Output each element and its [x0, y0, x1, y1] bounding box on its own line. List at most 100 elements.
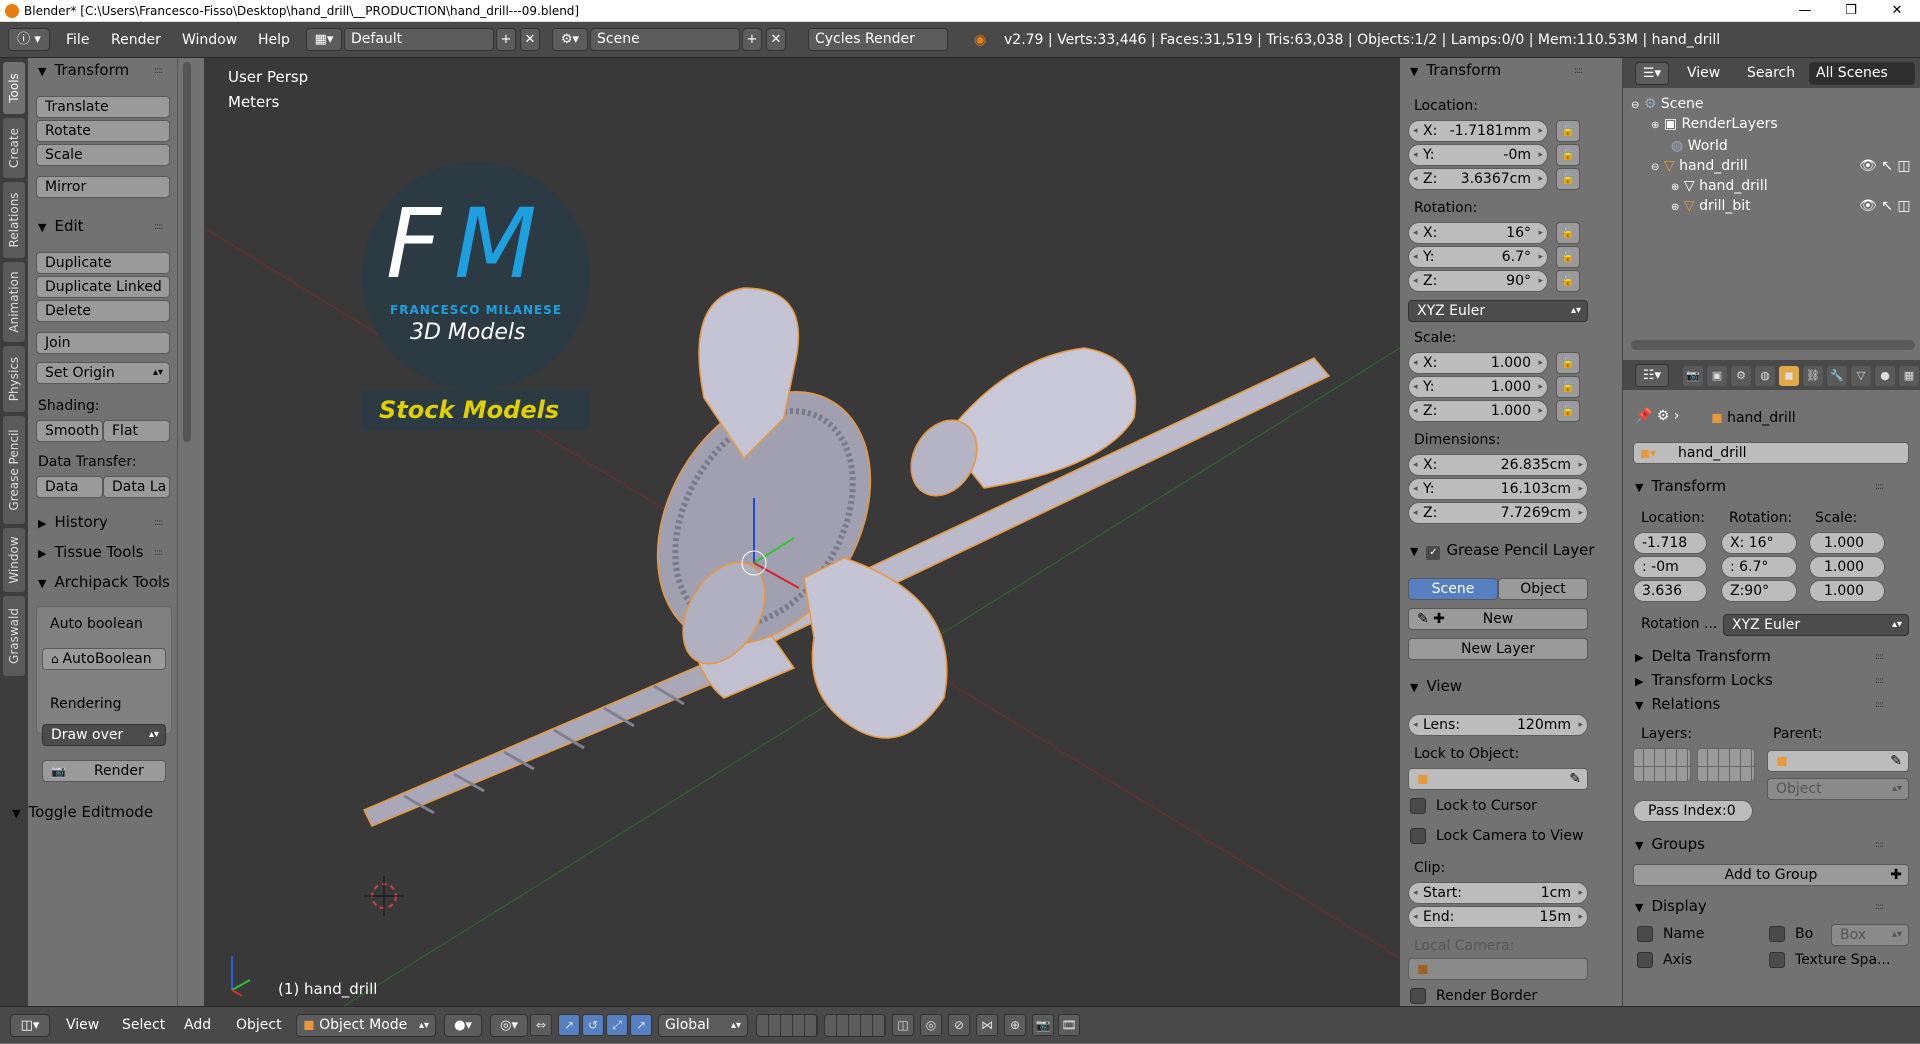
- editor-type-3d-icon[interactable]: ◫▾: [10, 1014, 50, 1037]
- scene-selector-icon[interactable]: ⚙▾: [552, 28, 588, 51]
- snap-toggle-icon[interactable]: ⊘: [948, 1014, 970, 1036]
- add-scene-icon[interactable]: +: [742, 28, 762, 51]
- snap-target-icon[interactable]: ⊕: [1004, 1014, 1026, 1036]
- add-layout-icon[interactable]: +: [496, 28, 516, 51]
- tab-physics[interactable]: Physics: [3, 346, 25, 412]
- scene-tab-icon[interactable]: ⚙: [1731, 366, 1751, 386]
- lock-scale-y-icon[interactable]: 🔓: [1556, 376, 1580, 398]
- screen-layout-dropdown[interactable]: Default: [344, 28, 494, 51]
- history-panel-header[interactable]: ▶ History: [38, 512, 108, 534]
- tab-tools[interactable]: Tools: [3, 62, 25, 114]
- rotation-y-field[interactable]: ◂ Y: 6.7° ▸: [1408, 246, 1548, 268]
- lock-location-z-icon[interactable]: 🔓: [1556, 168, 1580, 190]
- lock-scale-x-icon[interactable]: 🔓: [1556, 352, 1580, 374]
- scene-dropdown[interactable]: Scene: [590, 28, 740, 51]
- dimension-x-field[interactable]: ◂ X: 26.835cm ▸: [1408, 454, 1588, 476]
- minimize-icon[interactable]: —: [1782, 0, 1828, 22]
- panel-grip-icon[interactable]: ::::: [154, 548, 163, 558]
- panel-grip-icon[interactable]: ::::: [1574, 66, 1583, 76]
- location-x-field[interactable]: ◂ X: -1.7181mm ▸: [1408, 120, 1548, 142]
- renderlayers-tab-icon[interactable]: ▣: [1707, 366, 1727, 386]
- lock-rotation-y-icon[interactable]: 🔓: [1556, 246, 1580, 268]
- grease-scene-button[interactable]: Scene: [1408, 578, 1498, 600]
- props-scale-z[interactable]: 1.000: [1809, 580, 1885, 602]
- bounds-type-dropdown[interactable]: Box ▴▾: [1831, 924, 1909, 946]
- tab-grease-pencil[interactable]: Grease Pencil: [3, 416, 25, 524]
- local-camera-field[interactable]: ◼: [1408, 958, 1588, 980]
- texture-tab-icon[interactable]: ▦: [1899, 366, 1919, 386]
- transform-locks-header[interactable]: ▶ Transform Locks: [1635, 670, 1773, 692]
- menu-add[interactable]: Add: [184, 1007, 211, 1044]
- outliner-filter-dropdown[interactable]: All Scenes: [1809, 62, 1915, 85]
- viewport-shading-icon[interactable]: ●▾: [444, 1014, 482, 1037]
- tab-relations[interactable]: Relations: [3, 182, 25, 258]
- rotate-manipulator-icon[interactable]: ↺: [582, 1014, 604, 1036]
- outliner-item-hand-drill-mesh[interactable]: ⊕ ▽ hand_drill: [1671, 178, 1768, 194]
- tab-graswald[interactable]: Graswald: [3, 596, 25, 676]
- add-to-group-button[interactable]: Add to Group ✚: [1633, 864, 1909, 886]
- layers-grid-2[interactable]: [1697, 748, 1755, 782]
- pass-index-field[interactable]: Pass Index:0: [1633, 800, 1753, 822]
- toggle-editmode-header[interactable]: ▼ Toggle Editmode: [12, 802, 153, 824]
- menu-render[interactable]: Render: [111, 22, 161, 58]
- parent-type-dropdown[interactable]: Object ▴▾: [1767, 778, 1909, 800]
- new-layer-button[interactable]: New Layer: [1408, 638, 1588, 660]
- material-tab-icon[interactable]: ●: [1875, 366, 1895, 386]
- panel-grip-icon[interactable]: ::::: [154, 66, 163, 76]
- mirror-button[interactable]: Mirror: [36, 176, 170, 198]
- panel-grip-icon[interactable]: ::::: [1875, 700, 1884, 710]
- delete-button[interactable]: Delete: [36, 300, 170, 322]
- translate-manipulator-icon[interactable]: ↗: [558, 1014, 580, 1036]
- outliner-editor-type-icon[interactable]: ☰▾: [1635, 62, 1669, 85]
- render-engine-dropdown[interactable]: Cycles Render: [808, 28, 948, 51]
- display-bounds-checkbox[interactable]: [1769, 926, 1785, 942]
- editor-type-info-icon[interactable]: ⓘ ▾: [8, 28, 50, 51]
- outliner-item-drill-bit[interactable]: ⊕ ▽ drill_bit: [1671, 198, 1751, 214]
- scale-manipulator-icon[interactable]: ⤢: [606, 1014, 628, 1036]
- render-button[interactable]: 📷 Render: [42, 760, 166, 782]
- clip-start-field[interactable]: ◂ Start: 1cm ▸: [1408, 882, 1588, 904]
- maximize-icon[interactable]: ❐: [1828, 0, 1874, 22]
- modifiers-tab-icon[interactable]: 🔧: [1827, 366, 1847, 386]
- panel-grip-icon[interactable]: ::::: [1875, 902, 1884, 912]
- object-name-field[interactable]: ◼▾ hand_drill: [1633, 442, 1909, 464]
- props-transform-header[interactable]: ▼ Transform: [1635, 476, 1726, 498]
- render-tab-icon[interactable]: 📷: [1683, 366, 1703, 386]
- grease-new-button[interactable]: ✎ ✚ New: [1408, 608, 1588, 630]
- autoboolean-button[interactable]: ⌂ AutoBoolean: [42, 648, 166, 670]
- props-rot-x[interactable]: X: 16°: [1721, 532, 1797, 554]
- toolshelf-scrollbar[interactable]: [183, 62, 191, 442]
- menu-view[interactable]: View: [66, 1007, 99, 1044]
- set-origin-dropdown[interactable]: Set Origin ▴▾: [36, 362, 170, 384]
- props-loc-z[interactable]: 3.636: [1633, 580, 1707, 602]
- transform-panel-header[interactable]: ▼ Transform: [38, 60, 129, 82]
- outliner-item-world[interactable]: ◍ World: [1671, 138, 1728, 154]
- scale-x-field[interactable]: ◂ X: 1.000 ▸: [1408, 352, 1548, 374]
- outliner-search-menu[interactable]: Search: [1747, 55, 1795, 91]
- lock-rotation-x-icon[interactable]: 🔓: [1556, 222, 1580, 244]
- manipulator-axes-icon[interactable]: ↗: [630, 1014, 652, 1036]
- outliner-item-renderlayers[interactable]: ⊕ ▣ RenderLayers: [1651, 116, 1778, 132]
- join-button[interactable]: Join: [36, 332, 170, 354]
- scale-button[interactable]: Scale: [36, 144, 170, 166]
- eyedropper-icon[interactable]: ✎: [1569, 769, 1581, 789]
- panel-grip-icon[interactable]: ::::: [1875, 676, 1884, 686]
- scale-y-field[interactable]: ◂ Y: 1.000 ▸: [1408, 376, 1548, 398]
- rotation-x-field[interactable]: ◂ X: 16° ▸: [1408, 222, 1548, 244]
- constraints-tab-icon[interactable]: ⛓: [1803, 366, 1823, 386]
- edit-panel-header[interactable]: ▼ Edit: [38, 216, 84, 238]
- props-scale-x[interactable]: 1.000: [1809, 532, 1885, 554]
- location-y-field[interactable]: ◂ Y: -0m ▸: [1408, 144, 1548, 166]
- grease-object-button[interactable]: Object: [1498, 578, 1588, 600]
- grease-pencil-header[interactable]: ▼ ✓ Grease Pencil Layer: [1410, 540, 1595, 562]
- panel-grip-icon[interactable]: ::::: [154, 578, 163, 588]
- menu-file[interactable]: File: [66, 22, 89, 58]
- texture-space-checkbox[interactable]: [1769, 952, 1785, 968]
- rotation-mode-dropdown[interactable]: XYZ Euler ▴▾: [1408, 300, 1588, 322]
- lock-object-field[interactable]: ◼ ✎: [1408, 768, 1588, 790]
- display-name-checkbox[interactable]: [1637, 926, 1653, 942]
- tab-create[interactable]: Create: [3, 118, 25, 178]
- display-header[interactable]: ▼ Display: [1635, 896, 1707, 918]
- close-icon[interactable]: ✕: [1874, 0, 1920, 22]
- duplicate-button[interactable]: Duplicate: [36, 252, 170, 274]
